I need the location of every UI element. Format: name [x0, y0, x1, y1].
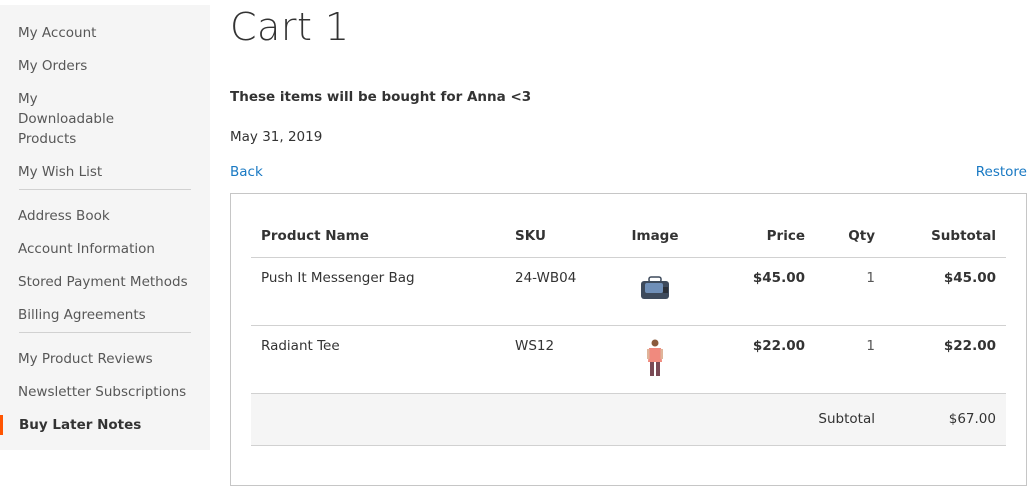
- cart-items-table: Product Name SKU Image Price Qty Subtota…: [251, 215, 1006, 446]
- cart-date: May 31, 2019: [230, 129, 323, 145]
- column-header-qty: Qty: [815, 215, 885, 258]
- sidebar-group-extras: My Product Reviews Newsletter Subscripti…: [0, 345, 210, 435]
- sidebar-item-account-information[interactable]: Account Information: [0, 239, 210, 259]
- column-header-image: Image: [605, 215, 705, 258]
- sidebar-item-my-orders[interactable]: My Orders: [0, 56, 210, 76]
- subtotal-cell: $45.00: [885, 257, 1006, 326]
- image-cell: [605, 325, 705, 394]
- price-cell: $45.00: [705, 257, 815, 326]
- product-name-cell: Radiant Tee: [251, 325, 505, 394]
- account-sidebar: My Account My Orders My Downloadable Pro…: [0, 5, 210, 450]
- messenger-bag-thumbnail[interactable]: [639, 275, 671, 305]
- qty-cell: 1: [815, 257, 885, 326]
- sku-cell: WS12: [505, 325, 605, 394]
- column-header-product-name: Product Name: [251, 215, 505, 258]
- sidebar-divider: [19, 332, 191, 333]
- tee-thumbnail[interactable]: [646, 338, 664, 382]
- price-cell: $22.00: [705, 325, 815, 394]
- sidebar-item-billing-agreements[interactable]: Billing Agreements: [0, 305, 210, 325]
- sidebar-item-address-book[interactable]: Address Book: [0, 206, 210, 226]
- sidebar-item-my-account[interactable]: My Account: [0, 23, 210, 43]
- product-name-cell: Push It Messenger Bag: [251, 257, 505, 326]
- table-row: Push It Messenger Bag 24-WB04 $45.00 1 $…: [251, 257, 1006, 326]
- subtotal-label: Subtotal: [251, 393, 885, 446]
- sidebar-item-my-wish-list[interactable]: My Wish List: [0, 162, 210, 182]
- image-cell: [605, 257, 705, 326]
- table-header-row: Product Name SKU Image Price Qty Subtota…: [251, 215, 1006, 258]
- sidebar-group-info: Address Book Account Information Stored …: [0, 202, 210, 325]
- sidebar-group-account: My Account My Orders My Downloadable Pro…: [0, 5, 210, 182]
- main-content: Cart 1 These items will be bought for An…: [230, 0, 1027, 486]
- qty-cell: 1: [815, 325, 885, 394]
- restore-link[interactable]: Restore: [976, 164, 1027, 180]
- sku-cell: 24-WB04: [505, 257, 605, 326]
- cart-items-panel: Product Name SKU Image Price Qty Subtota…: [230, 193, 1027, 486]
- sidebar-item-my-downloadable-products[interactable]: My Downloadable Products: [0, 89, 150, 149]
- column-header-subtotal: Subtotal: [885, 215, 1006, 258]
- page-title: Cart 1: [230, 5, 350, 49]
- subtotal-row: Subtotal $67.00: [251, 393, 1006, 446]
- sidebar-item-buy-later-notes[interactable]: Buy Later Notes: [0, 415, 210, 435]
- table-row: Radiant Tee WS12 $22.00 1 $22.00: [251, 325, 1006, 394]
- back-link[interactable]: Back: [230, 164, 263, 180]
- sidebar-item-my-product-reviews[interactable]: My Product Reviews: [0, 349, 210, 369]
- sidebar-item-newsletter-subscriptions[interactable]: Newsletter Subscriptions: [0, 382, 210, 402]
- column-header-price: Price: [705, 215, 815, 258]
- cart-note: These items will be bought for Anna <3: [230, 89, 532, 105]
- subtotal-value: $67.00: [885, 393, 1006, 446]
- sidebar-divider: [19, 189, 191, 190]
- column-header-sku: SKU: [505, 215, 605, 258]
- sidebar-item-stored-payment-methods[interactable]: Stored Payment Methods: [0, 272, 210, 292]
- subtotal-cell: $22.00: [885, 325, 1006, 394]
